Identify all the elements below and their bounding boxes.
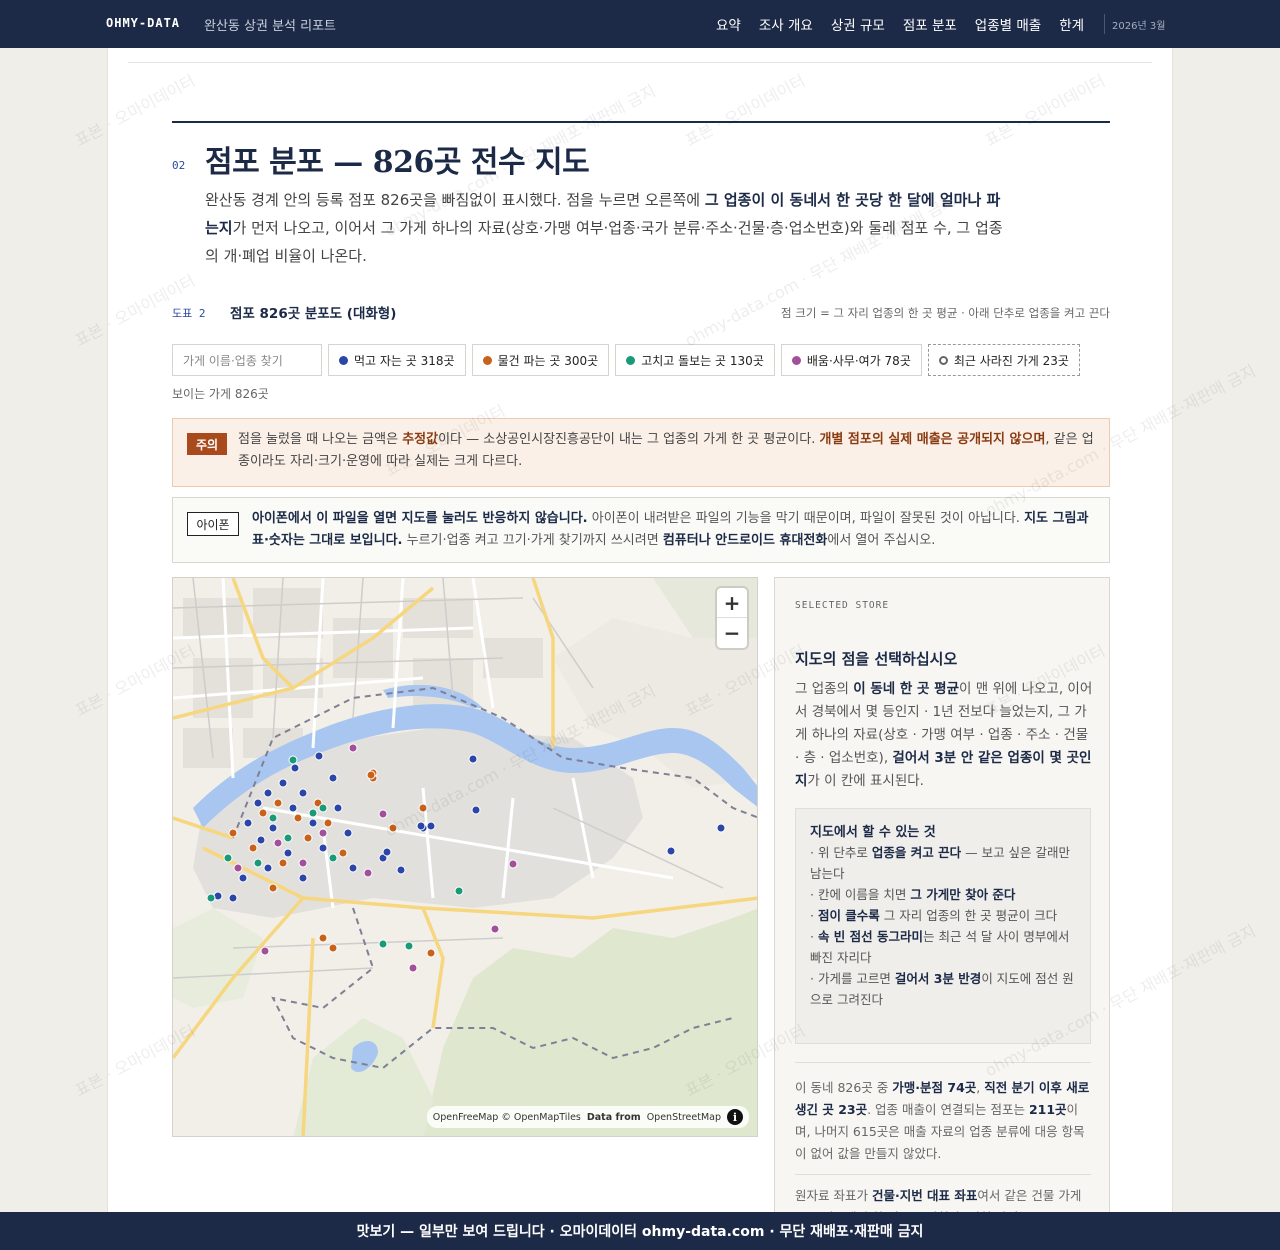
iphone-badge: 아이폰 bbox=[187, 512, 239, 536]
filter-chip-food-lodging[interactable]: 먹고 자는 곳 318곳 bbox=[328, 344, 466, 376]
filter-chip-retail[interactable]: 물건 파는 곳 300곳 bbox=[471, 344, 610, 376]
preview-footer-banner: 맛보기 — 일부만 보여 드립니다 · 오마이데이터 ohmy-data.com… bbox=[0, 1212, 1280, 1250]
howto-item: · 칸에 이름을 치면 그 가게만 찾아 준다 bbox=[810, 887, 1016, 902]
panel-coordinate-note: 원자료 좌표가 건물·지번 대표 좌표여서 같은 건물 가게들은 지도에서 한 … bbox=[795, 1174, 1091, 1216]
nav-link-sales-by-industry[interactable]: 업종별 매출 bbox=[975, 14, 1041, 34]
store-map[interactable]: + − OpenFreeMap © OpenMapTiles Data from… bbox=[172, 577, 758, 1137]
brand-logo[interactable]: OHMY-DATA bbox=[106, 16, 180, 30]
section-intro: 완산동 경계 안의 등록 점포 826곳을 빠짐없이 표시했다. 점을 누르면 … bbox=[205, 191, 1003, 265]
caution-text: 점을 눌렀을 때 나오는 금액은 추정값이다 — 소상공인시장진흥공단이 내는 … bbox=[238, 432, 1094, 469]
visible-store-count: 보이는 가게 826곳 bbox=[172, 387, 269, 401]
caution-badge: 주의 bbox=[187, 433, 227, 455]
zoom-in-button[interactable]: + bbox=[717, 588, 747, 618]
page-top-divider bbox=[128, 62, 1152, 63]
filter-chip-education-office-leisure[interactable]: 배움·사무·여가 78곳 bbox=[780, 344, 922, 376]
nav-link-store-distribution[interactable]: 점포 분포 bbox=[903, 14, 957, 34]
iphone-notice: 아이폰 아이폰에서 이 파일을 열면 지도를 눌러도 반응하지 않습니다. 아이… bbox=[172, 497, 1110, 563]
report-date: 2026년 3월 bbox=[1112, 21, 1166, 32]
report-title: 완산동 상권 분석 리포트 bbox=[204, 19, 336, 34]
caution-notice: 주의 점을 눌렀을 때 나오는 금액은 추정값이다 — 소상공인시장진흥공단이 … bbox=[172, 418, 1110, 487]
section-rule bbox=[172, 121, 1110, 123]
howto-item: · 위 단추로 업종을 켜고 끈다 — 보고 싶은 갈래만 남는다 bbox=[810, 845, 1071, 881]
map-canvas[interactable] bbox=[173, 578, 758, 1137]
nav-link-limits[interactable]: 한계 bbox=[1059, 14, 1084, 34]
figure-header: 도표 2 점포 826곳 분포도 (대화형) 점 크기 = 그 자리 업종의 한… bbox=[172, 302, 1110, 322]
howto-box: 지도에서 할 수 있는 것 · 위 단추로 업종을 켜고 끈다 — 보고 싶은 … bbox=[795, 808, 1091, 1044]
panel-description: 그 업종의 이 동네 한 곳 평균이 맨 위에 나오고, 이어서 경북에서 몇 … bbox=[795, 681, 1093, 789]
info-icon[interactable]: i bbox=[727, 1109, 743, 1125]
category-dot-icon bbox=[791, 355, 801, 365]
category-dot-icon bbox=[339, 355, 348, 365]
howto-item: · 속 빈 점선 동그라미는 최근 석 달 사이 명부에서 빠진 자리다 bbox=[810, 929, 1070, 965]
zoom-out-button[interactable]: − bbox=[717, 618, 747, 648]
hollow-circle-icon bbox=[938, 355, 948, 365]
figure-label: 도표 2 bbox=[172, 307, 206, 320]
figure-title: 점포 826곳 분포도 (대화형) bbox=[230, 306, 397, 322]
nav-link-summary[interactable]: 요약 bbox=[716, 14, 741, 34]
nav-link-overview[interactable]: 조사 개요 bbox=[759, 14, 813, 34]
panel-stats: 이 동네 826곳 중 가맹·분점 74곳, 직전 분기 이후 새로 생긴 곳 … bbox=[795, 1062, 1091, 1165]
top-navigation-bar: OHMY-DATA 완산동 상권 분석 리포트 요약 조사 개요 상권 규모 점… bbox=[0, 0, 1280, 48]
filter-controls: 가게 이름·업종 찾기 먹고 자는 곳 318곳 물건 파는 곳 300곳 고치… bbox=[172, 344, 1080, 376]
zoom-controls: + − bbox=[717, 588, 747, 648]
panel-title: 지도의 점을 선택하십시오 bbox=[795, 650, 958, 668]
section-title: 점포 분포 — 826곳 전수 지도 bbox=[205, 145, 590, 180]
report-page: 02 점포 분포 — 826곳 전수 지도 완산동 경계 안의 등록 점포 82… bbox=[107, 48, 1173, 1217]
nav-link-market-size[interactable]: 상권 규모 bbox=[831, 14, 885, 34]
selected-store-panel: SELECTED STORE 지도의 점을 선택하십시오 그 업종의 이 동네 … bbox=[774, 577, 1110, 1217]
nav-links: 요약 조사 개요 상권 규모 점포 분포 업종별 매출 한계 bbox=[716, 14, 1084, 34]
section-number: 02 bbox=[172, 159, 186, 172]
category-dot-icon bbox=[626, 355, 636, 365]
figure-note: 점 크기 = 그 자리 업종의 한 곳 평균 · 아래 단추로 업종을 켜고 끈… bbox=[781, 306, 1110, 320]
category-dot-icon bbox=[482, 355, 492, 365]
filter-chip-repair-care[interactable]: 고치고 돌보는 곳 130곳 bbox=[615, 344, 775, 376]
filter-chip-closed-stores[interactable]: 최근 사라진 가게 23곳 bbox=[927, 344, 1080, 376]
store-search-input[interactable]: 가게 이름·업종 찾기 bbox=[172, 344, 322, 376]
howto-item: · 점이 클수록 그 자리 업종의 한 곳 평균이 크다 bbox=[810, 908, 1058, 923]
map-attribution: OpenFreeMap © OpenMapTiles Data from Ope… bbox=[426, 1106, 749, 1128]
nav-divider bbox=[1104, 14, 1105, 34]
iphone-notice-text: 아이폰에서 이 파일을 열면 지도를 눌러도 반응하지 않습니다. 아이폰이 내… bbox=[252, 511, 1089, 548]
howto-title: 지도에서 할 수 있는 것 bbox=[810, 825, 936, 840]
howto-item: · 가게를 고르면 걸어서 3분 반경이 지도에 점선 원으로 그려진다 bbox=[810, 971, 1074, 1007]
panel-eyebrow: SELECTED STORE bbox=[795, 600, 890, 611]
